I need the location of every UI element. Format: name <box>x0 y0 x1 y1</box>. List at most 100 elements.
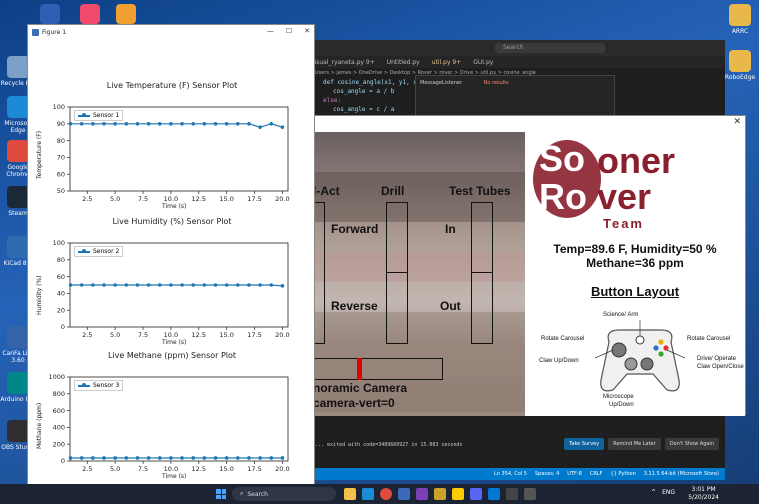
x-tick-label: 10.0 <box>164 195 178 203</box>
data-point <box>258 456 262 460</box>
sensor-plot: Live Humidity (%) Sensor Plot 2.5 5.0 7.5 10… <box>28 217 316 349</box>
take-survey-button[interactable]: Take Survey <box>564 438 605 450</box>
vscode-tabs: visual_ryaneta.py 9+ Untitled.py util.py… <box>305 56 725 68</box>
y-axis-label: Methane (ppm) <box>36 402 43 449</box>
dont-show-again-button[interactable]: Don't Show Again <box>664 438 719 450</box>
plot-canvas: 2.5 5.0 7.5 10.0 12.5 15.0 17.5 20.0 0 20 40 60 80 10… <box>53 239 290 339</box>
microscope-sub-label: Up/Down <box>609 402 634 408</box>
status-item[interactable]: Spaces: 4 <box>535 471 559 477</box>
app-icon[interactable] <box>452 488 464 500</box>
y-axis-label: Temperature (F) <box>36 130 43 179</box>
status-item[interactable]: UTF-8 <box>567 471 582 477</box>
x-axis-label: Time (s) <box>162 473 187 480</box>
b-button-icon <box>663 345 669 351</box>
data-point <box>269 456 274 460</box>
app-icon[interactable] <box>434 488 446 500</box>
plot-legend: Sensor 2 <box>74 246 124 257</box>
test-tubes-bar-level <box>471 272 493 273</box>
data-point <box>180 122 184 126</box>
close-icon[interactable]: ✕ <box>733 117 741 127</box>
y-tick-label: 100 <box>53 103 65 111</box>
data-point <box>124 283 129 287</box>
app-icon[interactable] <box>524 488 536 500</box>
taskbar-clock[interactable]: 3:01 PM 5/20/2024 <box>688 486 719 502</box>
y-tick-label: 1000 <box>48 373 65 381</box>
edge-icon[interactable] <box>362 488 374 500</box>
x-tick-label: 10.0 <box>164 465 178 473</box>
vscode-icon[interactable] <box>488 488 500 500</box>
methane-readout: Methane=36 ppm <box>586 256 684 270</box>
app-icon <box>7 420 29 442</box>
discord-icon[interactable] <box>470 488 482 500</box>
data-point <box>113 456 117 460</box>
status-item[interactable]: CRLF <box>590 471 603 477</box>
figure-window: Figure 1 — ☐ ✕ Live Temperature (F) Sens… <box>27 24 315 485</box>
desktop: Recycle Bin Microsoft Edge Google Chrome St… <box>0 0 759 504</box>
y-tick-label: 600 <box>53 407 65 415</box>
y-tick-label: 0 <box>61 323 65 331</box>
vscode-tab[interactable]: GUI.py <box>467 59 499 66</box>
folder-icon <box>729 4 751 26</box>
data-point <box>146 283 151 287</box>
data-point <box>169 283 173 287</box>
data-point <box>191 456 196 460</box>
data-point <box>124 122 129 126</box>
x-axis-label: Time (s) <box>162 203 187 210</box>
data-point <box>202 456 207 460</box>
panoramic-indicator <box>357 358 362 380</box>
chrome-icon[interactable] <box>380 488 392 500</box>
vscode-tab[interactable]: Untitled.py <box>381 59 426 66</box>
taskbar-search-input[interactable]: ⌕ Search <box>232 487 336 501</box>
plot-title: Live Humidity (%) Sensor Plot <box>112 217 232 226</box>
y-tick-label: 40 <box>57 290 65 298</box>
find-input[interactable]: MessageListener <box>420 80 462 86</box>
vscode-tab[interactable]: util.py 9+ <box>426 59 468 66</box>
x-tick-label: 20.0 <box>275 465 289 473</box>
chrome-icon[interactable] <box>116 4 136 24</box>
remind-later-button[interactable]: Remind Me Later <box>608 438 661 450</box>
data-point <box>191 283 196 287</box>
data-point <box>79 283 84 287</box>
data-point <box>224 283 229 287</box>
x-tick-label: 20.0 <box>275 195 289 203</box>
out-label: Out <box>440 299 461 313</box>
desktop-icon[interactable]: ARRC <box>722 4 758 35</box>
y-tick-label: 60 <box>57 170 65 178</box>
y-tick-label: 100 <box>53 239 65 247</box>
data-point <box>68 283 73 287</box>
minimize-icon[interactable]: — <box>267 27 274 35</box>
store-icon[interactable] <box>398 488 410 500</box>
data-point <box>247 122 251 126</box>
python-icon[interactable] <box>506 488 518 500</box>
music-icon[interactable] <box>80 4 100 24</box>
app-icon <box>7 96 29 118</box>
status-item[interactable]: {} Python <box>610 471 635 477</box>
x-tick-label: 15.0 <box>219 195 233 203</box>
start-icon[interactable] <box>216 489 226 499</box>
data-point <box>247 456 251 460</box>
terrain-band <box>313 252 525 282</box>
tray-overflow-icon[interactable]: ^ <box>651 489 656 496</box>
app-icon <box>7 236 29 258</box>
file-explorer-icon[interactable] <box>344 488 356 500</box>
language-indicator[interactable]: ENG <box>662 489 675 496</box>
desktop-icon[interactable]: RoboEdge <box>722 50 758 81</box>
vscode-tab[interactable]: visual_ryaneta.py 9+ <box>305 59 381 66</box>
status-bar: Ln 354, Col 5 Spaces: 4 UTF-8 CRLF {} Py… <box>305 468 725 480</box>
maximize-icon[interactable]: ☐ <box>286 27 292 35</box>
panoramic-label: noramic Camera <box>313 381 408 395</box>
y-tick-label: 400 <box>53 424 65 432</box>
status-item[interactable]: 3.11.5 64-bit (Microsoft Store) <box>644 471 719 477</box>
data-point <box>124 456 129 460</box>
vscode-search-input[interactable]: Search <box>495 43 605 53</box>
system-tray: ^ ENG <box>651 489 675 496</box>
status-item[interactable]: Ln 354, Col 5 <box>494 471 527 477</box>
data-point <box>247 283 251 287</box>
onenote-icon[interactable] <box>416 488 428 500</box>
rover-gui-window: ✕ l-Act Drill Test Tubes Forward In Reve… <box>312 115 746 416</box>
data-point <box>68 456 73 460</box>
close-icon[interactable]: ✕ <box>304 27 310 35</box>
store-icon[interactable] <box>40 4 60 24</box>
legend-label: Sensor 3 <box>93 382 120 389</box>
legend-dot <box>82 112 86 117</box>
